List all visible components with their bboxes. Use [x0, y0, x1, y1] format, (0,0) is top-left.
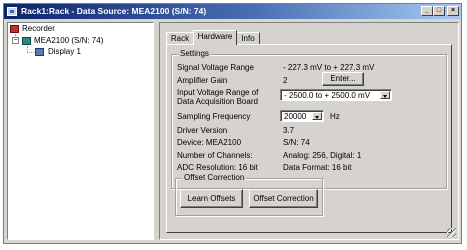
settings-group-title: Settings	[178, 49, 211, 59]
title-bar[interactable]: Rack1:Rack - Data Source: MEA2100 (S/N: …	[4, 4, 461, 19]
chevron-down-icon[interactable]	[312, 112, 322, 120]
driver-version-value: 3.7	[283, 126, 295, 135]
input-voltage-range-value: - 2500.0 to + 2500.0 mV	[284, 91, 371, 100]
tree-connector	[27, 52, 34, 53]
input-voltage-range-select[interactable]: - 2500.0 to + 2500.0 mV	[280, 89, 392, 101]
data-format-value: Data Format: 16 bit	[283, 163, 352, 172]
window-title: Rack1:Rack - Data Source: MEA2100 (S/N: …	[21, 6, 207, 16]
number-of-channels-label: Number of Channels:	[177, 151, 253, 160]
resize-grip[interactable]	[447, 228, 456, 237]
app-icon	[7, 7, 17, 16]
tree-item-label: MEA2100 (S/N: 74)	[34, 36, 104, 45]
settings-group: Settings Signal Voltage Range - 227.3 mV…	[171, 49, 447, 216]
properties-panel: Rack Hardware Info Settings Signal Volta…	[159, 22, 459, 240]
enter-button[interactable]: Enter...	[322, 72, 364, 86]
tab-hardware[interactable]: Hardware	[193, 30, 237, 45]
tree-item-label: Display 1	[48, 47, 81, 56]
offset-correction-group: Offset Correction Learn Offsets Offset C…	[175, 173, 323, 216]
device-serial-value: S/N: 74	[283, 138, 310, 147]
offset-correction-button[interactable]: Offset Correction	[249, 189, 318, 208]
device-icon	[22, 37, 31, 45]
amplifier-gain-label: Amplifier Gain	[177, 76, 228, 85]
signal-voltage-range-label: Signal Voltage Range	[177, 63, 254, 72]
maximize-button[interactable]: □	[433, 6, 445, 16]
hardware-tab-page: Settings Signal Voltage Range - 227.3 mV…	[166, 44, 452, 233]
close-button[interactable]: ×	[447, 6, 459, 16]
adc-resolution-label: ADC Resolution: 16 bit	[177, 163, 258, 172]
learn-offsets-button[interactable]: Learn Offsets	[180, 189, 243, 208]
offset-correction-group-title: Offset Correction	[182, 173, 247, 183]
display-icon	[35, 48, 44, 56]
recorder-icon	[10, 25, 19, 33]
device-tree[interactable]: Recorder − MEA2100 (S/N: 74) Display 1	[7, 22, 154, 240]
amplifier-gain-value: 2	[283, 76, 288, 85]
device-label: Device: MEA2100	[177, 138, 242, 147]
chevron-down-icon[interactable]	[380, 91, 390, 99]
sampling-frequency-value: 20000	[284, 112, 307, 121]
minimize-button[interactable]: _	[421, 6, 433, 16]
main-window: Rack1:Rack - Data Source: MEA2100 (S/N: …	[3, 3, 462, 244]
sampling-frequency-select[interactable]: 20000	[280, 110, 324, 122]
sampling-frequency-label: Sampling Frequency	[177, 112, 251, 121]
input-voltage-range-label-line2: Data Acquisition Board	[177, 97, 258, 106]
driver-version-label: Driver Version	[177, 126, 228, 135]
tree-item-label: Recorder	[22, 24, 55, 33]
number-of-channels-value: Analog: 256, Digital: 1	[283, 151, 362, 160]
collapse-expander[interactable]: −	[12, 37, 19, 44]
sampling-frequency-unit: Hz	[330, 112, 340, 121]
